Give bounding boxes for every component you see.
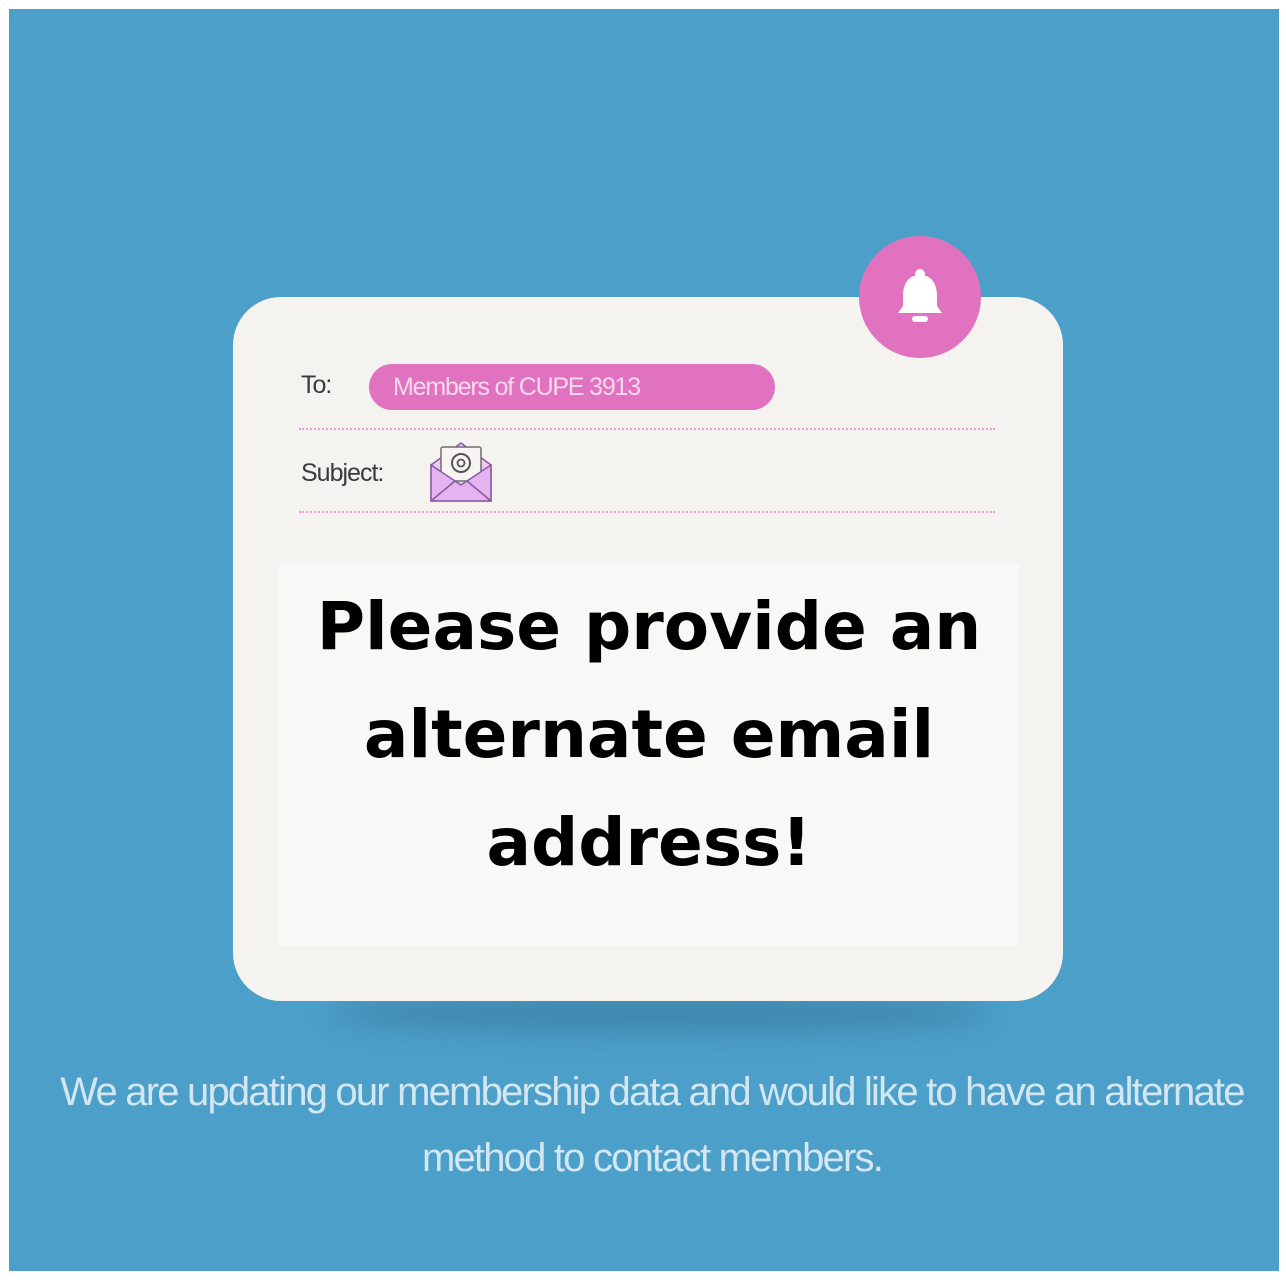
message-body: Please provide an alternate email addres… [279,564,1019,946]
recipient-pill: Members of CUPE 3913 [369,364,775,410]
to-divider [299,428,995,430]
footer-text: We are updating our membership data and … [60,1070,1245,1180]
to-label: To: [301,371,332,399]
notification-badge [859,236,981,358]
headline: Please provide an alternate email addres… [316,588,982,881]
bell-icon [898,269,942,322]
subject-label: Subject: [301,459,384,487]
envelope-at-icon [425,435,497,507]
poster-background: To: Members of CUPE 3913 Subject: Please… [9,9,1279,1271]
subject-divider [299,511,995,513]
